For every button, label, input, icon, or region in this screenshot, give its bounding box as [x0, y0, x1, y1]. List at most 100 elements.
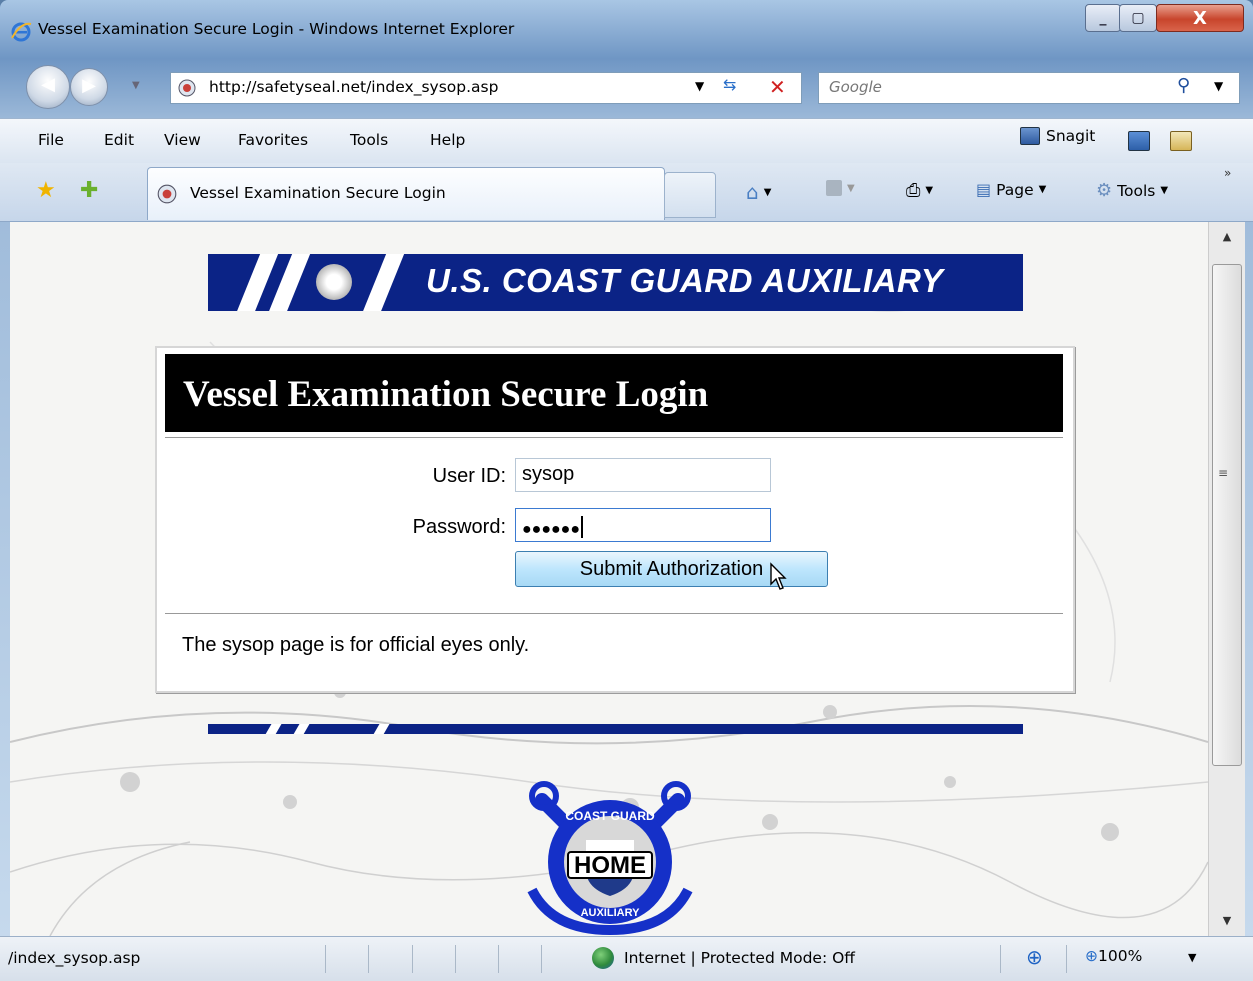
banner-stripe — [357, 254, 409, 311]
password-input[interactable]: ●●●●●● — [515, 508, 771, 542]
title-bar: Vessel Examination Secure Login - Window… — [0, 0, 1253, 58]
login-panel: Vessel Examination Secure Login User ID:… — [155, 346, 1075, 693]
refresh-icon[interactable]: ⇆ — [723, 75, 736, 94]
back-button[interactable]: ◀ — [26, 65, 70, 109]
search-box[interactable]: Google ⚲ ▼ — [818, 72, 1240, 104]
home-dropdown-icon[interactable]: ▼ — [764, 187, 772, 198]
page-menu-button[interactable]: ▤ Page ▼ — [976, 180, 1046, 199]
scroll-up-arrow-icon[interactable]: ▲ — [1209, 222, 1245, 252]
page-viewport: U.S. COAST GUARD AUXILIARY Vessel Examin… — [10, 222, 1208, 936]
forward-button[interactable]: ▶ — [70, 68, 108, 106]
auxiliary-seal-icon — [316, 264, 352, 300]
scroll-thumb[interactable] — [1212, 264, 1242, 766]
add-to-favorites-icon[interactable]: ✚ — [80, 178, 98, 203]
status-separator — [368, 945, 369, 973]
tab-active[interactable]: Vessel Examination Secure Login — [147, 167, 665, 220]
zoom-magnifier-icon: ⊕ — [1085, 947, 1098, 965]
page-menu-label: Page — [996, 180, 1034, 199]
protected-mode-icon[interactable]: ⊕ — [1026, 945, 1043, 969]
printer-icon: ⎙ — [906, 180, 921, 201]
userid-input[interactable]: sysop — [515, 458, 771, 492]
stop-icon[interactable]: ✕ — [769, 75, 786, 99]
home-button[interactable]: ⌂ ▼ — [746, 180, 771, 204]
menu-view[interactable]: View — [164, 131, 201, 149]
maximize-button[interactable]: ▢ — [1119, 4, 1157, 32]
text-caret — [580, 516, 583, 538]
menu-favorites[interactable]: Favorites — [238, 131, 308, 149]
snagit-icon — [1020, 127, 1040, 145]
status-path: /index_sysop.asp — [8, 949, 141, 967]
divider-stripe — [370, 724, 392, 734]
page-dropdown-icon: ▼ — [1038, 184, 1047, 195]
submit-label: Submit Authorization — [579, 557, 764, 580]
address-dropdown-icon[interactable]: ▼ — [695, 79, 704, 93]
gear-icon: ⚙ — [1096, 180, 1113, 201]
address-url[interactable]: http://safetyseal.net/index_sysop.asp — [209, 78, 498, 96]
print-dropdown-icon[interactable]: ▼ — [925, 185, 933, 196]
close-button[interactable]: X — [1156, 4, 1244, 32]
print-button[interactable]: ⎙ ▼ — [906, 180, 933, 201]
password-label: Password: — [412, 516, 506, 538]
feeds-dropdown-icon[interactable]: ▼ — [847, 183, 855, 194]
address-bar[interactable]: http://safetyseal.net/index_sysop.asp ▼ … — [170, 72, 802, 104]
menu-help[interactable]: Help — [430, 131, 465, 149]
footer-divider-band — [208, 724, 1023, 734]
favorites-center-star-icon[interactable]: ★ — [36, 178, 56, 203]
menu-edit[interactable]: Edit — [104, 131, 134, 149]
back-arrow-icon: ◀ — [41, 74, 55, 95]
status-bar: /index_sysop.asp Internet | Protected Mo… — [0, 936, 1253, 981]
banner-title: U.S. COAST GUARD AUXILIARY — [426, 262, 944, 299]
new-tab-button[interactable] — [664, 172, 716, 218]
page-icon: ▤ — [976, 180, 992, 199]
userid-value: sysop — [522, 463, 575, 485]
minimize-button[interactable]: _ — [1085, 4, 1121, 32]
home-logo-ring-bottom: AUXILIARY — [581, 907, 641, 919]
password-mask: ●●●●●● — [522, 521, 580, 538]
search-placeholder[interactable]: Google — [829, 78, 882, 96]
scroll-down-arrow-icon[interactable]: ▼ — [1209, 906, 1245, 936]
login-title: Vessel Examination Secure Login — [183, 374, 709, 415]
home-logo-text: HOME — [574, 852, 646, 879]
security-zone-status[interactable]: Internet | Protected Mode: Off — [624, 949, 855, 967]
snagit-button[interactable]: Snagit — [1020, 127, 1095, 145]
zoom-level[interactable]: ⊕100% — [1085, 947, 1142, 965]
status-separator — [541, 945, 542, 973]
close-icon: X — [1193, 7, 1207, 29]
internet-zone-globe-icon — [592, 947, 614, 969]
login-header: Vessel Examination Secure Login — [165, 354, 1063, 432]
search-icon[interactable]: ⚲ — [1177, 75, 1190, 96]
minimize-icon: _ — [1099, 10, 1107, 26]
feeds-button[interactable]: ▼ — [826, 180, 855, 196]
snagit-capture-icon[interactable] — [1128, 131, 1150, 151]
tab-label: Vessel Examination Secure Login — [190, 184, 446, 202]
internet-explorer-icon — [11, 22, 32, 42]
forward-arrow-icon: ▶ — [82, 75, 96, 96]
snagit-editor-icon[interactable] — [1170, 131, 1192, 151]
tools-dropdown-icon: ▼ — [1160, 185, 1169, 196]
site-favicon-icon — [178, 79, 196, 97]
status-separator — [1066, 945, 1067, 973]
login-form: User ID: sysop Password: ●●●●●● Submit A… — [165, 437, 1063, 614]
tab-favicon-icon — [157, 184, 177, 204]
status-separator — [498, 945, 499, 973]
vertical-scrollbar[interactable]: ▲ ≡ ▼ — [1208, 222, 1245, 936]
divider-stripe — [262, 724, 284, 734]
zoom-dropdown-icon[interactable]: ▼ — [1188, 951, 1196, 964]
snagit-label: Snagit — [1046, 127, 1096, 145]
menu-file[interactable]: File — [38, 131, 64, 149]
menu-bar: File Edit View Favorites Tools Help Snag… — [0, 118, 1253, 163]
home-logo-link[interactable]: HOME COAST GUARD AUXILIARY — [522, 770, 698, 936]
menu-tools[interactable]: Tools — [350, 131, 388, 149]
tools-menu-label: Tools — [1117, 181, 1156, 200]
zoom-value: 100% — [1098, 947, 1143, 965]
status-separator — [325, 945, 326, 973]
tools-menu-button[interactable]: ⚙ Tools ▼ — [1096, 180, 1168, 201]
divider-stripe — [290, 724, 312, 734]
rss-feed-icon — [826, 180, 842, 196]
home-logo-ring-top: COAST GUARD — [565, 809, 655, 823]
search-options-dropdown-icon[interactable]: ▼ — [1214, 79, 1223, 93]
recent-pages-dropdown-icon[interactable]: ▼ — [132, 80, 140, 91]
more-commands-chevron-icon[interactable]: » — [1224, 166, 1231, 180]
mouse-pointer-icon — [770, 562, 787, 590]
maximize-icon: ▢ — [1131, 10, 1145, 26]
